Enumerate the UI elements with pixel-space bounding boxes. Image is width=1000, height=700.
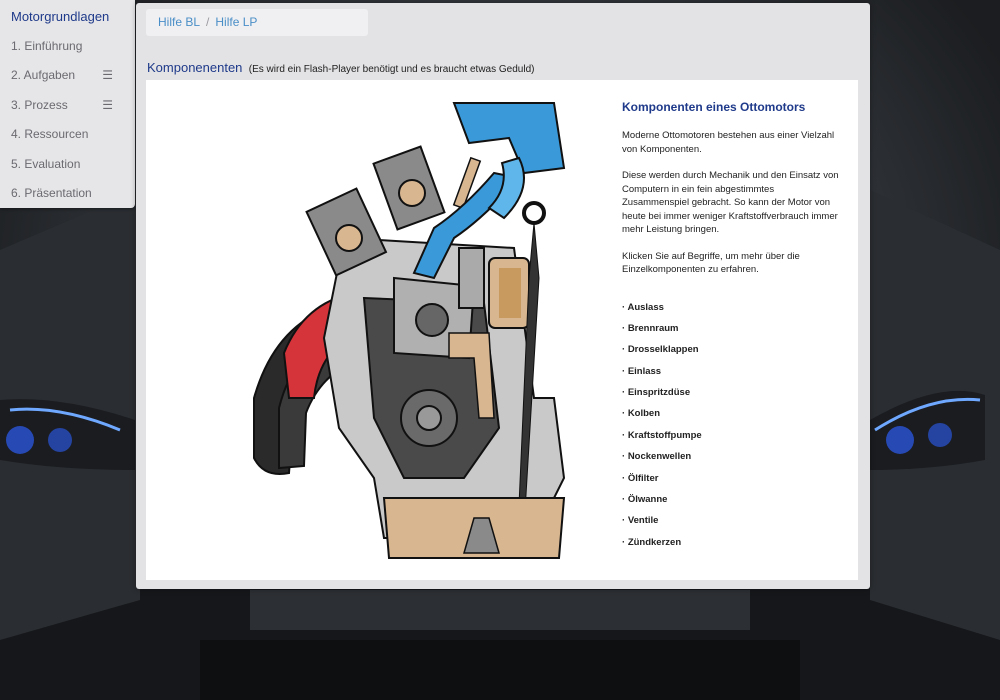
sidebar-item-label: 6. Präsentation <box>11 185 92 200</box>
help-lp-link[interactable]: Hilfe LP <box>215 15 257 29</box>
sidebar-title[interactable]: Motorgrundlagen <box>0 0 135 32</box>
sidebar-item-einfuehrung[interactable]: 1. Einführung <box>0 32 135 61</box>
component-link-zuendkerzen[interactable]: Zündkerzen <box>622 532 842 553</box>
flash-note: (Es wird ein Flash-Player benötigt und e… <box>248 64 535 75</box>
hamburger-menu-icon[interactable]: ☰ <box>102 61 113 90</box>
sidebar-item-label: 2. Aufgaben <box>11 68 76 83</box>
component-link-ventile[interactable]: Ventile <box>622 510 842 531</box>
engine-cutaway-illustration[interactable] <box>234 98 614 560</box>
component-link-auslass[interactable]: Auslass <box>622 297 842 318</box>
sidebar-item-label: 1. Einführung <box>11 39 83 53</box>
info-panel: Komponenten eines Ottomotors Moderne Ott… <box>622 100 842 553</box>
info-paragraph: Klicken Sie auf Begriffe, um mehr über d… <box>622 250 800 276</box>
component-link-einspritzduese[interactable]: Einspritzdüse <box>622 382 842 403</box>
sidebar-item-ressourcen[interactable]: 4. Ressourcen <box>0 120 135 149</box>
component-list: Auslass Brennraum Drosselklappen Einlass… <box>622 297 842 554</box>
flash-content-area[interactable]: Komponenten eines Ottomotors Moderne Ott… <box>146 80 858 580</box>
sidebar-item-praesentation[interactable]: 6. Präsentation <box>0 179 135 208</box>
main-panel: Hilfe BL / Hilfe LP Komponenenten (Es wird… <box>136 3 870 589</box>
sidebar-item-label: 3. Prozess <box>11 97 68 112</box>
info-paragraph: Diese werden durch Mechanik und den Eins… <box>622 170 839 235</box>
component-link-brennraum[interactable]: Brennraum <box>622 318 842 339</box>
component-link-oelfilter[interactable]: Ölfilter <box>622 468 842 489</box>
sidebar-item-label: 4. Ressourcen <box>11 127 89 142</box>
help-bl-link[interactable]: Hilfe BL <box>158 15 200 29</box>
sidebar-item-evaluation[interactable]: 5. Evaluation <box>0 150 135 179</box>
page-title: Komponenenten <box>147 60 243 75</box>
sidebar-item-aufgaben[interactable]: 2. Aufgaben ☰ <box>0 61 135 90</box>
sidebar-nav: Motorgrundlagen 1. Einführung 2. Aufgabe… <box>0 0 135 208</box>
breadcrumb-separator: / <box>206 15 210 29</box>
breadcrumb: Hilfe BL / Hilfe LP <box>146 9 368 36</box>
info-heading: Komponenten eines Ottomotors <box>622 100 806 114</box>
sidebar-item-label: 5. Evaluation <box>11 156 81 171</box>
component-link-drosselklappen[interactable]: Drosselklappen <box>622 339 842 360</box>
component-link-kolben[interactable]: Kolben <box>622 403 842 424</box>
sidebar-item-prozess[interactable]: 3. Prozess ☰ <box>0 91 135 120</box>
section-title: Komponenenten (Es wird ein Flash-Player … <box>147 60 534 75</box>
component-link-oelwanne[interactable]: Ölwanne <box>622 489 842 510</box>
component-link-kraftstoffpumpe[interactable]: Kraftstoffpumpe <box>622 425 842 446</box>
info-paragraph: Moderne Ottomotoren bestehen aus einer V… <box>622 130 835 155</box>
component-link-nockenwellen[interactable]: Nockenwellen <box>622 446 842 467</box>
hamburger-menu-icon[interactable]: ☰ <box>102 91 113 120</box>
component-link-einlass[interactable]: Einlass <box>622 361 842 382</box>
